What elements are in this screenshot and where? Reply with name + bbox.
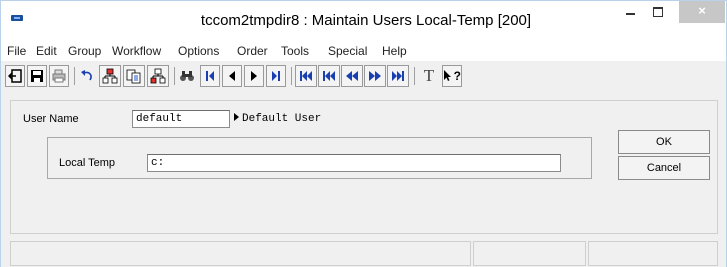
menu-workflow[interactable]: Workflow — [112, 44, 161, 58]
delete-record-button[interactable] — [147, 65, 169, 87]
menu-options[interactable]: Options — [178, 44, 219, 58]
title-bar[interactable]: tccom2tmpdir8 : Maintain Users Local-Tem… — [1, 1, 726, 41]
app-icon[interactable] — [11, 15, 23, 21]
last-group-icon — [392, 71, 404, 81]
menu-file[interactable]: File — [7, 44, 26, 58]
maximize-button[interactable] — [644, 1, 672, 23]
fast-forward-button[interactable] — [364, 65, 386, 87]
last-record-icon — [272, 71, 280, 81]
undo-icon — [81, 70, 92, 81]
text-button[interactable]: T — [419, 65, 439, 87]
insert-record-button[interactable] — [99, 65, 121, 87]
local-temp-label: Local Temp — [59, 157, 116, 169]
minimize-button[interactable] — [616, 1, 644, 23]
cancel-button[interactable]: Cancel — [618, 156, 710, 180]
user-description: Default User — [234, 113, 321, 125]
status-pane-tertiary — [588, 241, 718, 266]
previous-record-button[interactable] — [222, 65, 242, 87]
next-record-button[interactable] — [244, 65, 264, 87]
last-group-button[interactable] — [387, 65, 409, 87]
ok-button[interactable]: OK — [618, 130, 710, 154]
find-button[interactable] — [177, 65, 197, 87]
menu-tools[interactable]: Tools — [281, 44, 309, 58]
print-button[interactable] — [49, 65, 69, 87]
print-icon — [52, 69, 66, 83]
binoculars-icon — [180, 71, 194, 81]
status-pane-secondary — [473, 241, 586, 266]
application-window: tccom2tmpdir8 : Maintain Users Local-Tem… — [0, 0, 727, 267]
context-help-button[interactable]: ? — [442, 65, 462, 87]
form-panel: User Name default Default User Local Tem… — [10, 100, 718, 234]
undo-button[interactable] — [77, 65, 97, 87]
first-group-icon — [300, 71, 312, 81]
menu-group[interactable]: Group — [68, 44, 101, 58]
help-question-mark: ? — [453, 69, 461, 83]
status-pane-main — [10, 241, 471, 266]
status-bar — [1, 241, 726, 267]
copy-record-button[interactable] — [123, 65, 145, 87]
fast-forward-icon — [369, 71, 381, 81]
maximize-icon — [653, 7, 663, 17]
zoom-arrow-icon — [234, 113, 239, 121]
toolbar: T ? — [1, 62, 726, 90]
exit-icon — [8, 69, 22, 83]
menu-bar: File Edit Group Workflow Options Order T… — [1, 41, 726, 61]
window-title: tccom2tmpdir8 : Maintain Users Local-Tem… — [200, 12, 532, 29]
copy-record-icon — [126, 69, 141, 84]
toolbar-separator — [291, 67, 292, 85]
menu-edit[interactable]: Edit — [36, 44, 57, 58]
first-record-icon — [206, 71, 214, 81]
last-record-button[interactable] — [266, 65, 286, 87]
menu-help[interactable]: Help — [382, 44, 407, 58]
user-name-input[interactable]: default — [132, 110, 230, 128]
next-record-icon — [251, 71, 257, 81]
close-button[interactable]: × — [679, 1, 725, 23]
user-name-label: User Name — [23, 113, 79, 125]
menu-special[interactable]: Special — [328, 44, 367, 58]
first-group-button[interactable] — [295, 65, 317, 87]
local-temp-input[interactable]: c: — [147, 154, 561, 172]
menu-order[interactable]: Order — [237, 44, 268, 58]
previous-group-icon — [323, 71, 335, 81]
minimize-icon — [625, 13, 635, 15]
delete-record-icon — [150, 68, 166, 84]
insert-record-icon — [102, 68, 118, 84]
exit-button[interactable] — [5, 65, 25, 87]
toolbar-separator — [414, 67, 415, 85]
fast-back-button[interactable] — [341, 65, 363, 87]
save-button[interactable] — [27, 65, 47, 87]
fast-back-icon — [346, 71, 358, 81]
previous-group-button[interactable] — [318, 65, 340, 87]
previous-record-icon — [229, 71, 235, 81]
save-icon — [31, 70, 43, 82]
user-description-text: Default User — [242, 113, 322, 125]
first-record-button[interactable] — [200, 65, 220, 87]
toolbar-separator — [174, 67, 175, 85]
toolbar-separator — [74, 67, 75, 85]
